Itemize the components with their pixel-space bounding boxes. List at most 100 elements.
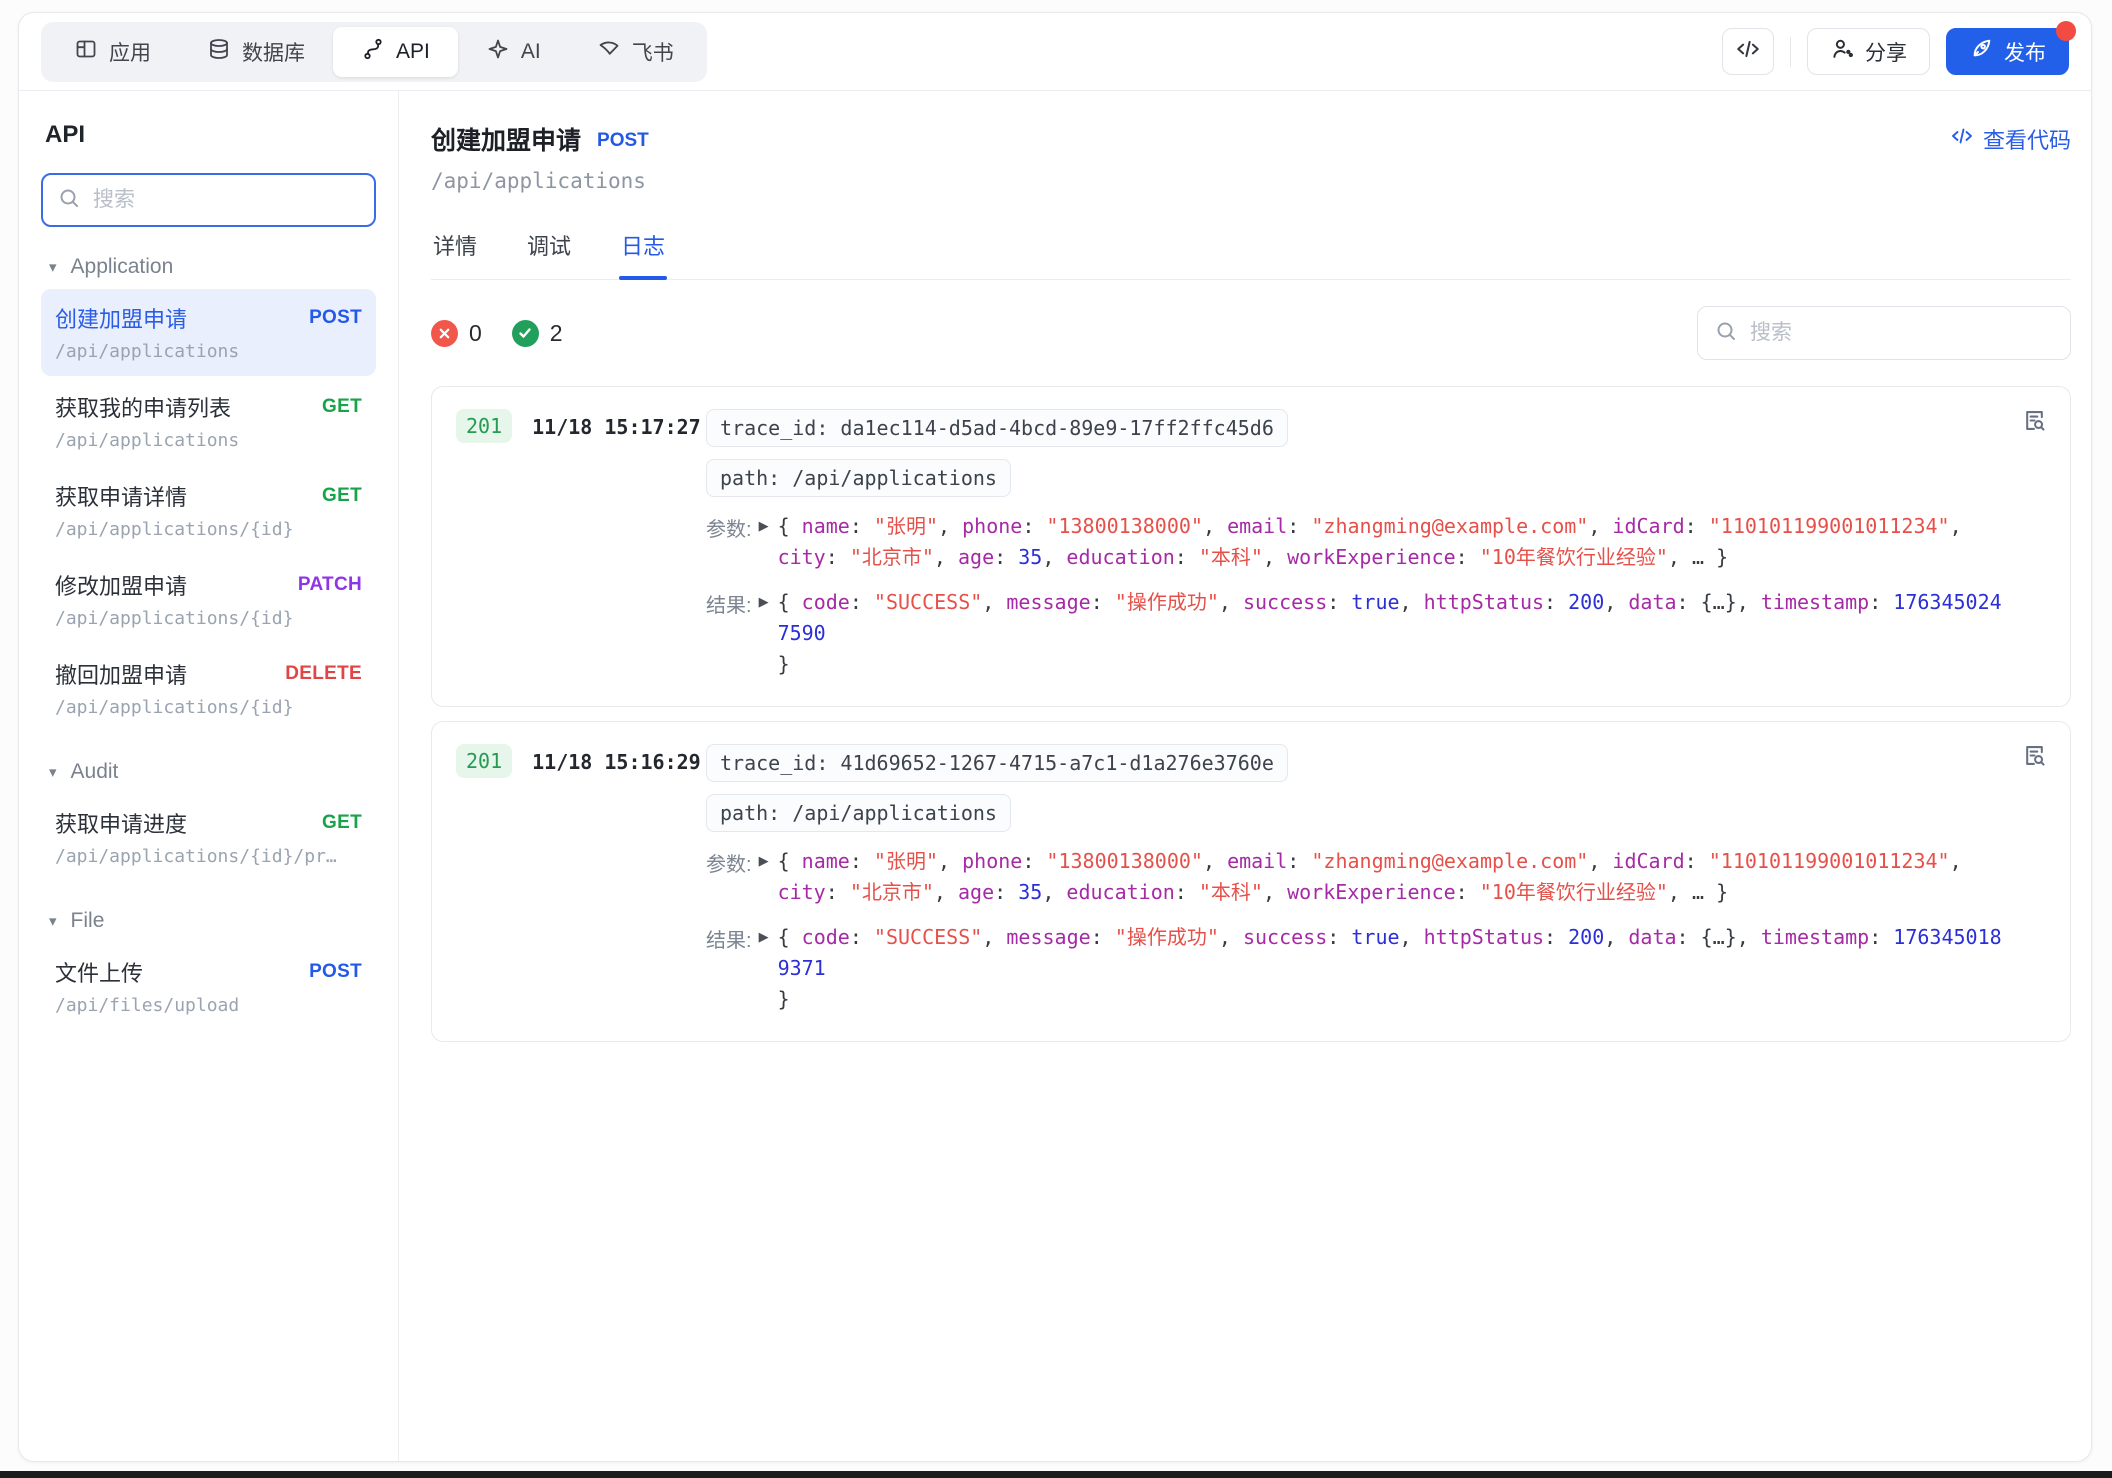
- api-item-path: /api/applications/{id}: [55, 608, 294, 629]
- api-item-path: /api/applications: [55, 430, 240, 451]
- sidebar-search-input[interactable]: [93, 188, 360, 212]
- method-badge: DELETE: [285, 663, 362, 684]
- method-badge: POST: [309, 307, 362, 328]
- log-entry: 201 11/18 15:16:29 trace_id: 41d69652-12…: [431, 721, 2071, 1042]
- expand-icon[interactable]: [752, 922, 778, 945]
- view-code-link[interactable]: 查看代码: [1950, 123, 2071, 155]
- api-item-title: 撤回加盟申请: [55, 663, 188, 688]
- detail-tabs: 详情 调试 日志: [431, 221, 2071, 280]
- nav-tab-label: API: [396, 39, 430, 63]
- method-badge: GET: [322, 485, 362, 506]
- status-badge: 201: [456, 744, 513, 778]
- rocket-icon: [1969, 36, 1994, 67]
- params-json: { name: "张明", phone: "13800138000", emai…: [777, 514, 1962, 569]
- sidebar-item-file-upload[interactable]: 文件上传 POST /api/files/upload: [41, 943, 376, 1030]
- top-nav-segmented-control: 应用 数据库 API AI 飞书: [41, 21, 707, 82]
- result-label: 结果:: [706, 930, 752, 952]
- expand-icon[interactable]: [752, 587, 778, 610]
- group-label: Application: [70, 255, 174, 278]
- nav-tab-label: AI: [520, 39, 541, 63]
- result-line: 结果: { code: "SUCCESS", message: "操作成功", …: [706, 922, 2006, 1015]
- method-badge: GET: [322, 812, 362, 833]
- trace-id-pill: trace_id: da1ec114-d5ad-4bcd-89e9-17ff2f…: [706, 409, 1288, 447]
- share-button[interactable]: 分享: [1807, 28, 1930, 75]
- search-icon: [57, 186, 81, 215]
- result-json: { code: "SUCCESS", message: "操作成功", succ…: [777, 925, 2002, 1011]
- nav-tab-ai[interactable]: AI: [458, 27, 569, 77]
- log-entry: 201 11/18 15:17:27 trace_id: da1ec114-d5…: [431, 386, 2071, 707]
- success-count-value: 2: [549, 319, 563, 346]
- tab-debug[interactable]: 调试: [525, 221, 573, 279]
- method-badge: PATCH: [297, 574, 362, 595]
- status-badge: 201: [456, 409, 513, 443]
- sidebar-item-list-applications[interactable]: 获取我的申请列表 GET /api/applications: [41, 378, 376, 465]
- tab-logs[interactable]: 日志: [619, 221, 668, 280]
- nav-tab-feishu[interactable]: 飞书: [569, 27, 702, 77]
- logs-search-input[interactable]: [1750, 321, 2054, 345]
- sidebar-group-file[interactable]: ▾ File: [49, 909, 376, 933]
- params-label: 参数:: [706, 854, 752, 876]
- code-icon: [1950, 124, 1974, 154]
- logs-toolbar: 0 2: [431, 306, 2071, 360]
- ai-sparkle-icon: [486, 37, 510, 67]
- code-button[interactable]: [1722, 28, 1774, 75]
- result-label: 结果:: [706, 595, 752, 617]
- nav-tab-label: 飞书: [631, 41, 674, 65]
- log-detail-icon[interactable]: [2021, 742, 2048, 774]
- sidebar-group-audit[interactable]: ▾ Audit: [49, 760, 376, 784]
- publish-button[interactable]: 发布: [1946, 21, 2076, 75]
- api-path: /api/applications: [431, 169, 646, 193]
- api-item-title: 获取申请详情: [55, 485, 188, 510]
- api-item-title: 获取我的申请列表: [55, 396, 232, 421]
- api-item-path: /api/files/upload: [55, 995, 240, 1016]
- app-grid-icon: [74, 37, 98, 67]
- feishu-icon: [597, 37, 621, 67]
- api-item-path: /api/applications: [55, 341, 240, 362]
- expand-icon[interactable]: [752, 846, 778, 869]
- view-code-label: 查看代码: [1982, 128, 2071, 153]
- sidebar-search[interactable]: [41, 173, 376, 227]
- sidebar-group-application[interactable]: ▾ Application: [49, 255, 376, 279]
- expand-icon[interactable]: [752, 511, 778, 534]
- sidebar-item-get-progress[interactable]: 获取申请进度 GET /api/applications/{id}/pr…: [41, 794, 376, 881]
- sidebar-item-get-application-detail[interactable]: 获取申请详情 GET /api/applications/{id}: [41, 467, 376, 554]
- log-detail-icon[interactable]: [2021, 407, 2048, 439]
- database-icon: [207, 37, 231, 67]
- notification-dot: [2056, 21, 2076, 41]
- tab-details[interactable]: 详情: [431, 221, 479, 279]
- log-timestamp: 11/18 15:17:27: [532, 415, 701, 439]
- error-count-value: 0: [469, 319, 482, 346]
- params-line: 参数: { name: "张明", phone: "13800138000", …: [706, 511, 2006, 573]
- params-json: { name: "张明", phone: "13800138000", emai…: [777, 849, 1962, 904]
- api-item-path: /api/applications/{id}/pr…: [55, 846, 337, 867]
- api-item-title: 创建加盟申请: [55, 307, 188, 332]
- api-item-path: /api/applications/{id}: [55, 697, 294, 718]
- chevron-down-icon: ▾: [49, 764, 57, 781]
- top-header: 应用 数据库 API AI 飞书 分享 发布: [19, 13, 2091, 91]
- chevron-down-icon: ▾: [49, 913, 57, 930]
- nav-tab-api[interactable]: API: [333, 26, 458, 77]
- publish-label: 发布: [2004, 41, 2046, 65]
- params-label: 参数:: [706, 519, 752, 541]
- sidebar-title: API: [45, 121, 86, 148]
- params-line: 参数: { name: "张明", phone: "13800138000", …: [706, 846, 2006, 908]
- method-badge: POST: [597, 129, 649, 151]
- error-icon: [431, 319, 458, 347]
- share-label: 分享: [1865, 41, 1907, 65]
- code-icon: [1735, 36, 1761, 68]
- api-item-title: 修改加盟申请: [55, 574, 188, 599]
- page-title: 创建加盟申请: [431, 127, 582, 155]
- api-sidebar: API ▾ Application 创建加盟申请 POST /api/appli…: [19, 91, 399, 1461]
- method-badge: POST: [309, 961, 362, 982]
- success-count: 2: [511, 319, 563, 347]
- sidebar-item-create-application[interactable]: 创建加盟申请 POST /api/applications: [41, 289, 376, 376]
- logs-search[interactable]: [1697, 306, 2071, 360]
- header-divider: [1790, 36, 1791, 67]
- sidebar-item-update-application[interactable]: 修改加盟申请 PATCH /api/applications/{id}: [41, 556, 376, 643]
- nav-tab-label: 数据库: [242, 41, 305, 65]
- error-count: 0: [431, 319, 482, 347]
- nav-tab-app[interactable]: 应用: [46, 27, 179, 77]
- sidebar-item-withdraw-application[interactable]: 撤回加盟申请 DELETE /api/applications/{id}: [41, 645, 376, 732]
- nav-tab-database[interactable]: 数据库: [179, 27, 333, 77]
- api-detail-panel: 创建加盟申请 POST 查看代码 /api/applications 详情 调试…: [399, 91, 2091, 1461]
